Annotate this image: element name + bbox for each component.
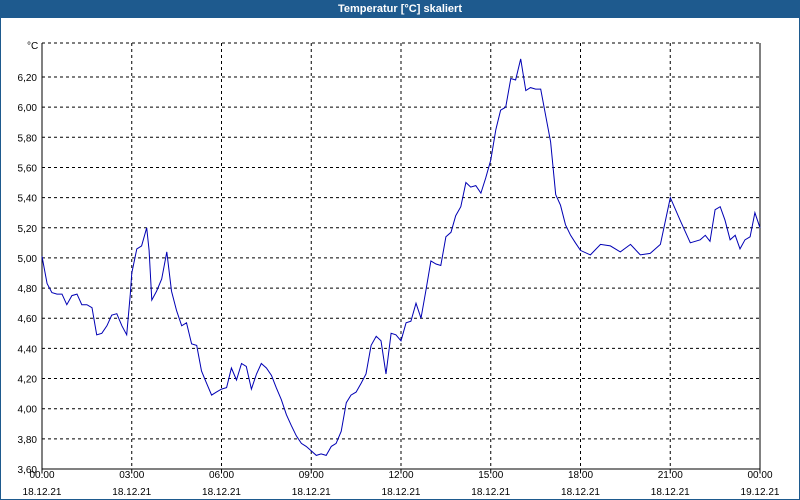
- x-tick-time-label: 06:00: [209, 470, 234, 481]
- y-tick-label: 4,00: [18, 405, 38, 416]
- x-tick-time-label: 09:00: [299, 470, 324, 481]
- x-tick-date-label: 18.12.21: [292, 487, 331, 498]
- y-tick-label: 4,60: [18, 314, 38, 325]
- y-tick-label: 4,20: [18, 375, 38, 386]
- x-tick-time-label: 00:00: [747, 470, 772, 481]
- x-axis-ticks: 00:00 18.12.21 03:00 18.12.21 06:00 18.12.21 0…: [23, 469, 780, 498]
- y-axis-unit-label: °C: [27, 41, 38, 52]
- series-layer: [41, 58, 761, 456]
- x-tick-time-label: 12:00: [388, 470, 413, 481]
- x-tick-date-label: 18.12.21: [471, 487, 510, 498]
- y-tick-label: 5,00: [18, 254, 38, 265]
- y-tick-label: 6,20: [18, 73, 38, 84]
- y-tick-label: 5,40: [18, 194, 38, 205]
- line-chart: °C 6,20 6,00 5,80 5,60 5,40 5,20 5,00 4,80 4,60 4…: [18, 41, 780, 498]
- x-tick-time-label: 21:00: [658, 470, 683, 481]
- x-tick-time-label: 15:00: [478, 470, 503, 481]
- temperature-series-line: [41, 58, 761, 456]
- x-tick-date-label: 19.12.21: [741, 487, 780, 498]
- x-tick-time-label: 03:00: [119, 470, 144, 481]
- x-tick-date-label: 18.12.21: [112, 487, 151, 498]
- y-tick-label: 5,80: [18, 133, 38, 144]
- y-tick-label: 4,80: [18, 284, 38, 295]
- x-tick-date-label: 18.12.21: [651, 487, 690, 498]
- x-tick-date-label: 18.12.21: [382, 487, 421, 498]
- y-tick-label: 3,80: [18, 435, 38, 446]
- y-axis-ticks: 6,20 6,00 5,80 5,60 5,40 5,20 5,00 4,80 4,60 4,40…: [18, 73, 38, 476]
- y-tick-label: 5,20: [18, 224, 38, 235]
- x-tick-date-label: 18.12.21: [23, 487, 62, 498]
- x-tick-time-label: 00:00: [29, 470, 54, 481]
- chart-window: Temperatur [°C] skaliert °C 6,20 6,00 5,80…: [0, 0, 800, 500]
- x-tick-date-label: 18.12.21: [202, 487, 241, 498]
- x-tick-time-label: 18:00: [568, 470, 593, 481]
- x-tick-date-label: 18.12.21: [561, 487, 600, 498]
- chart-title: Temperatur [°C] skaliert: [1, 1, 799, 18]
- y-tick-label: 6,00: [18, 103, 38, 114]
- y-tick-label: 5,60: [18, 163, 38, 174]
- y-tick-label: 4,40: [18, 344, 38, 355]
